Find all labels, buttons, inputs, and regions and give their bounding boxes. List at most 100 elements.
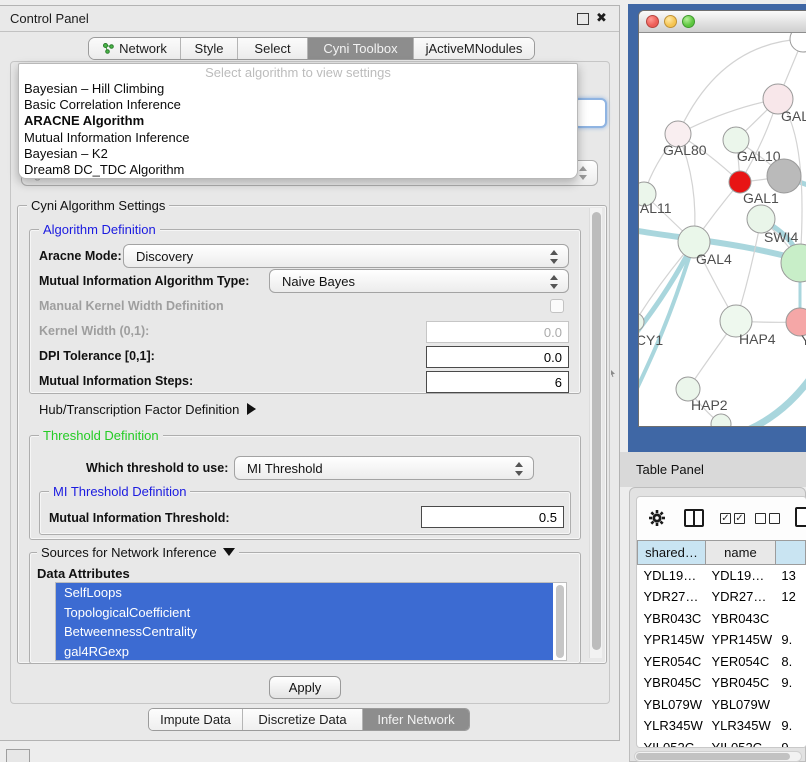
algorithm-popup-placeholder: Select algorithm to view settings	[19, 64, 577, 81]
network-node[interactable]	[639, 313, 644, 331]
algorithm-option[interactable]: Dream8 DC_TDC Algorithm	[19, 162, 577, 178]
algorithm-option[interactable]: Bayesian – K2	[19, 146, 577, 162]
aracne-mode-combo[interactable]: Discovery	[123, 244, 569, 268]
table-row[interactable]: YDR27…YDR27…12	[638, 586, 806, 608]
table-row[interactable]: YLR345WYLR345W9.	[638, 715, 806, 737]
sources-title-label: Sources for Network Inference	[41, 545, 217, 560]
column-header[interactable]: name	[705, 541, 775, 565]
table-row[interactable]: YDL19…YDL19…13	[638, 565, 806, 587]
tab-network[interactable]: Network	[89, 38, 181, 59]
tab-impute-data[interactable]: Impute Data	[149, 709, 243, 730]
checked-box-icon[interactable]: ✓	[734, 513, 745, 524]
node-label: GAL4	[696, 251, 732, 267]
control-panel-titlebar: Control Panel ✖	[0, 6, 619, 32]
node-label: SWI4	[764, 229, 798, 245]
expand-right-icon	[247, 403, 256, 415]
table-row[interactable]: YBL079WYBL079W	[638, 694, 806, 716]
threshold-definition-title: Threshold Definition	[39, 428, 163, 443]
table-row[interactable]: YPR145WYPR145W9.	[638, 629, 806, 651]
combo-stepper-icon	[579, 165, 588, 181]
tab-infer-network[interactable]: Infer Network	[363, 709, 469, 730]
node-table: shared…name YDL19…YDL19…13YDR27…YDR27…12…	[637, 540, 806, 748]
aracne-mode-value: Discovery	[136, 249, 193, 264]
tab-jactivemnodules[interactable]: jActiveMNodules	[414, 38, 534, 59]
split-columns-icon[interactable]	[684, 509, 704, 527]
table-row[interactable]: YBR043CYBR043C	[638, 608, 806, 630]
tab-label: Style	[195, 41, 224, 56]
network-window: GAL7GAL80GAL10GAL1GAL11SWI4GAL4GCY1HAP4Y…	[638, 10, 806, 427]
table-row[interactable]: YIL052CYIL052C9.	[638, 737, 806, 749]
network-window-titlebar[interactable]	[639, 11, 806, 33]
algorithm-option[interactable]: Mutual Information Inference	[19, 130, 577, 146]
network-node[interactable]	[711, 414, 731, 427]
mi-threshold-field[interactable]: 0.5	[421, 506, 564, 528]
network-icon	[102, 42, 115, 55]
combo-stepper-icon	[515, 461, 524, 477]
tab-discretize-data[interactable]: Discretize Data	[243, 709, 363, 730]
control-panel-title: Control Panel	[10, 11, 89, 26]
algorithm-option[interactable]: Basic Correlation Inference	[19, 97, 577, 113]
attribute-item[interactable]: TopologicalCoefficient	[56, 603, 553, 623]
control-panel-window: Control Panel ✖ Network Style Select	[0, 5, 620, 741]
attribute-item[interactable]: gal4RGexp	[56, 642, 553, 662]
mi-algorithm-type-value: Naive Bayes	[282, 274, 355, 289]
column-header[interactable]	[775, 541, 805, 565]
tab-select[interactable]: Select	[238, 38, 308, 59]
minimized-panel-button[interactable]	[6, 749, 30, 762]
inference-algorithm-combo-peek[interactable]	[573, 98, 607, 128]
dpi-tolerance-field[interactable]: 0.0	[426, 346, 569, 368]
table-hscroll-thumb[interactable]	[636, 753, 790, 760]
network-node[interactable]	[767, 159, 801, 193]
apply-button[interactable]: Apply	[269, 676, 341, 699]
data-attributes-list[interactable]: SelfLoopsTopologicalCoefficientBetweenne…	[55, 582, 567, 661]
column-header[interactable]: shared…	[638, 541, 706, 565]
table-panel-titlebar: Table Panel	[620, 452, 806, 487]
minimize-traffic-light-icon[interactable]	[664, 15, 677, 28]
tab-style[interactable]: Style	[181, 38, 238, 59]
which-threshold-value: MI Threshold	[247, 461, 323, 476]
attribute-item[interactable]: SelfLoops	[56, 583, 553, 603]
checked-box-icon[interactable]: ✓	[720, 513, 731, 524]
tab-label: Select	[254, 41, 290, 56]
export-table-icon[interactable]	[795, 507, 806, 527]
algorithm-option[interactable]: Bayesian – Hill Climbing	[19, 81, 577, 97]
mi-steps-field[interactable]: 6	[426, 371, 569, 393]
unchecked-box-icon[interactable]	[755, 513, 766, 524]
network-canvas[interactable]: GAL7GAL80GAL10GAL1GAL11SWI4GAL4GCY1HAP4Y…	[639, 33, 806, 427]
gear-icon[interactable]	[648, 509, 666, 532]
tab-label: Cyni Toolbox	[323, 41, 397, 56]
table-row[interactable]: YBR045CYBR045C9.	[638, 672, 806, 694]
algorithm-option[interactable]: ARACNE Algorithm	[19, 113, 577, 129]
network-nodes: GAL7GAL80GAL10GAL1GAL11SWI4GAL4GCY1HAP4Y…	[639, 33, 806, 427]
mi-steps-label: Mutual Information Steps:	[39, 374, 193, 388]
network-node[interactable]	[781, 244, 806, 282]
tab-cyni-toolbox[interactable]: Cyni Toolbox	[308, 38, 414, 59]
which-threshold-label: Which threshold to use:	[86, 461, 228, 475]
settings-scrollbar[interactable]	[589, 208, 602, 658]
node-label: HAP2	[691, 397, 728, 413]
network-node[interactable]	[790, 33, 806, 52]
sources-group-title[interactable]: Sources for Network Inference	[37, 545, 239, 560]
close-traffic-light-icon[interactable]	[646, 15, 659, 28]
float-window-icon[interactable]	[577, 13, 589, 25]
kernel-width-label: Kernel Width (0,1):	[39, 324, 149, 338]
zoom-traffic-light-icon[interactable]	[682, 15, 695, 28]
table-row[interactable]: YER054CYER054C8.	[638, 651, 806, 673]
close-icon[interactable]: ✖	[596, 10, 607, 26]
mi-algorithm-type-combo[interactable]: Naive Bayes	[269, 269, 569, 293]
kernel-width-field[interactable]: 0.0	[426, 321, 569, 343]
manual-kernel-width-label: Manual Kernel Width Definition	[39, 299, 224, 313]
which-threshold-combo[interactable]: MI Threshold	[234, 456, 534, 480]
unchecked-box-icon[interactable]	[769, 513, 780, 524]
dpi-tolerance-label: DPI Tolerance [0,1]:	[39, 349, 155, 363]
table-container: ✓ ✓ shared…name YDL19…YDL19…13YDR27…YDR2…	[636, 496, 806, 748]
manual-kernel-width-checkbox[interactable]	[550, 299, 564, 313]
table-header-row: shared…name	[638, 541, 806, 565]
attributes-scrollbar-thumb[interactable]	[556, 585, 564, 658]
hub-section-toggle[interactable]: Hub/Transcription Factor Definition	[39, 402, 256, 417]
table-horizontal-scrollbar[interactable]	[634, 751, 802, 762]
attribute-item[interactable]: BetweennessCentrality	[56, 622, 553, 642]
hub-section-label: Hub/Transcription Factor Definition	[39, 402, 239, 417]
mi-threshold-label: Mutual Information Threshold:	[49, 511, 230, 525]
settings-scrollbar-thumb[interactable]	[592, 212, 601, 650]
